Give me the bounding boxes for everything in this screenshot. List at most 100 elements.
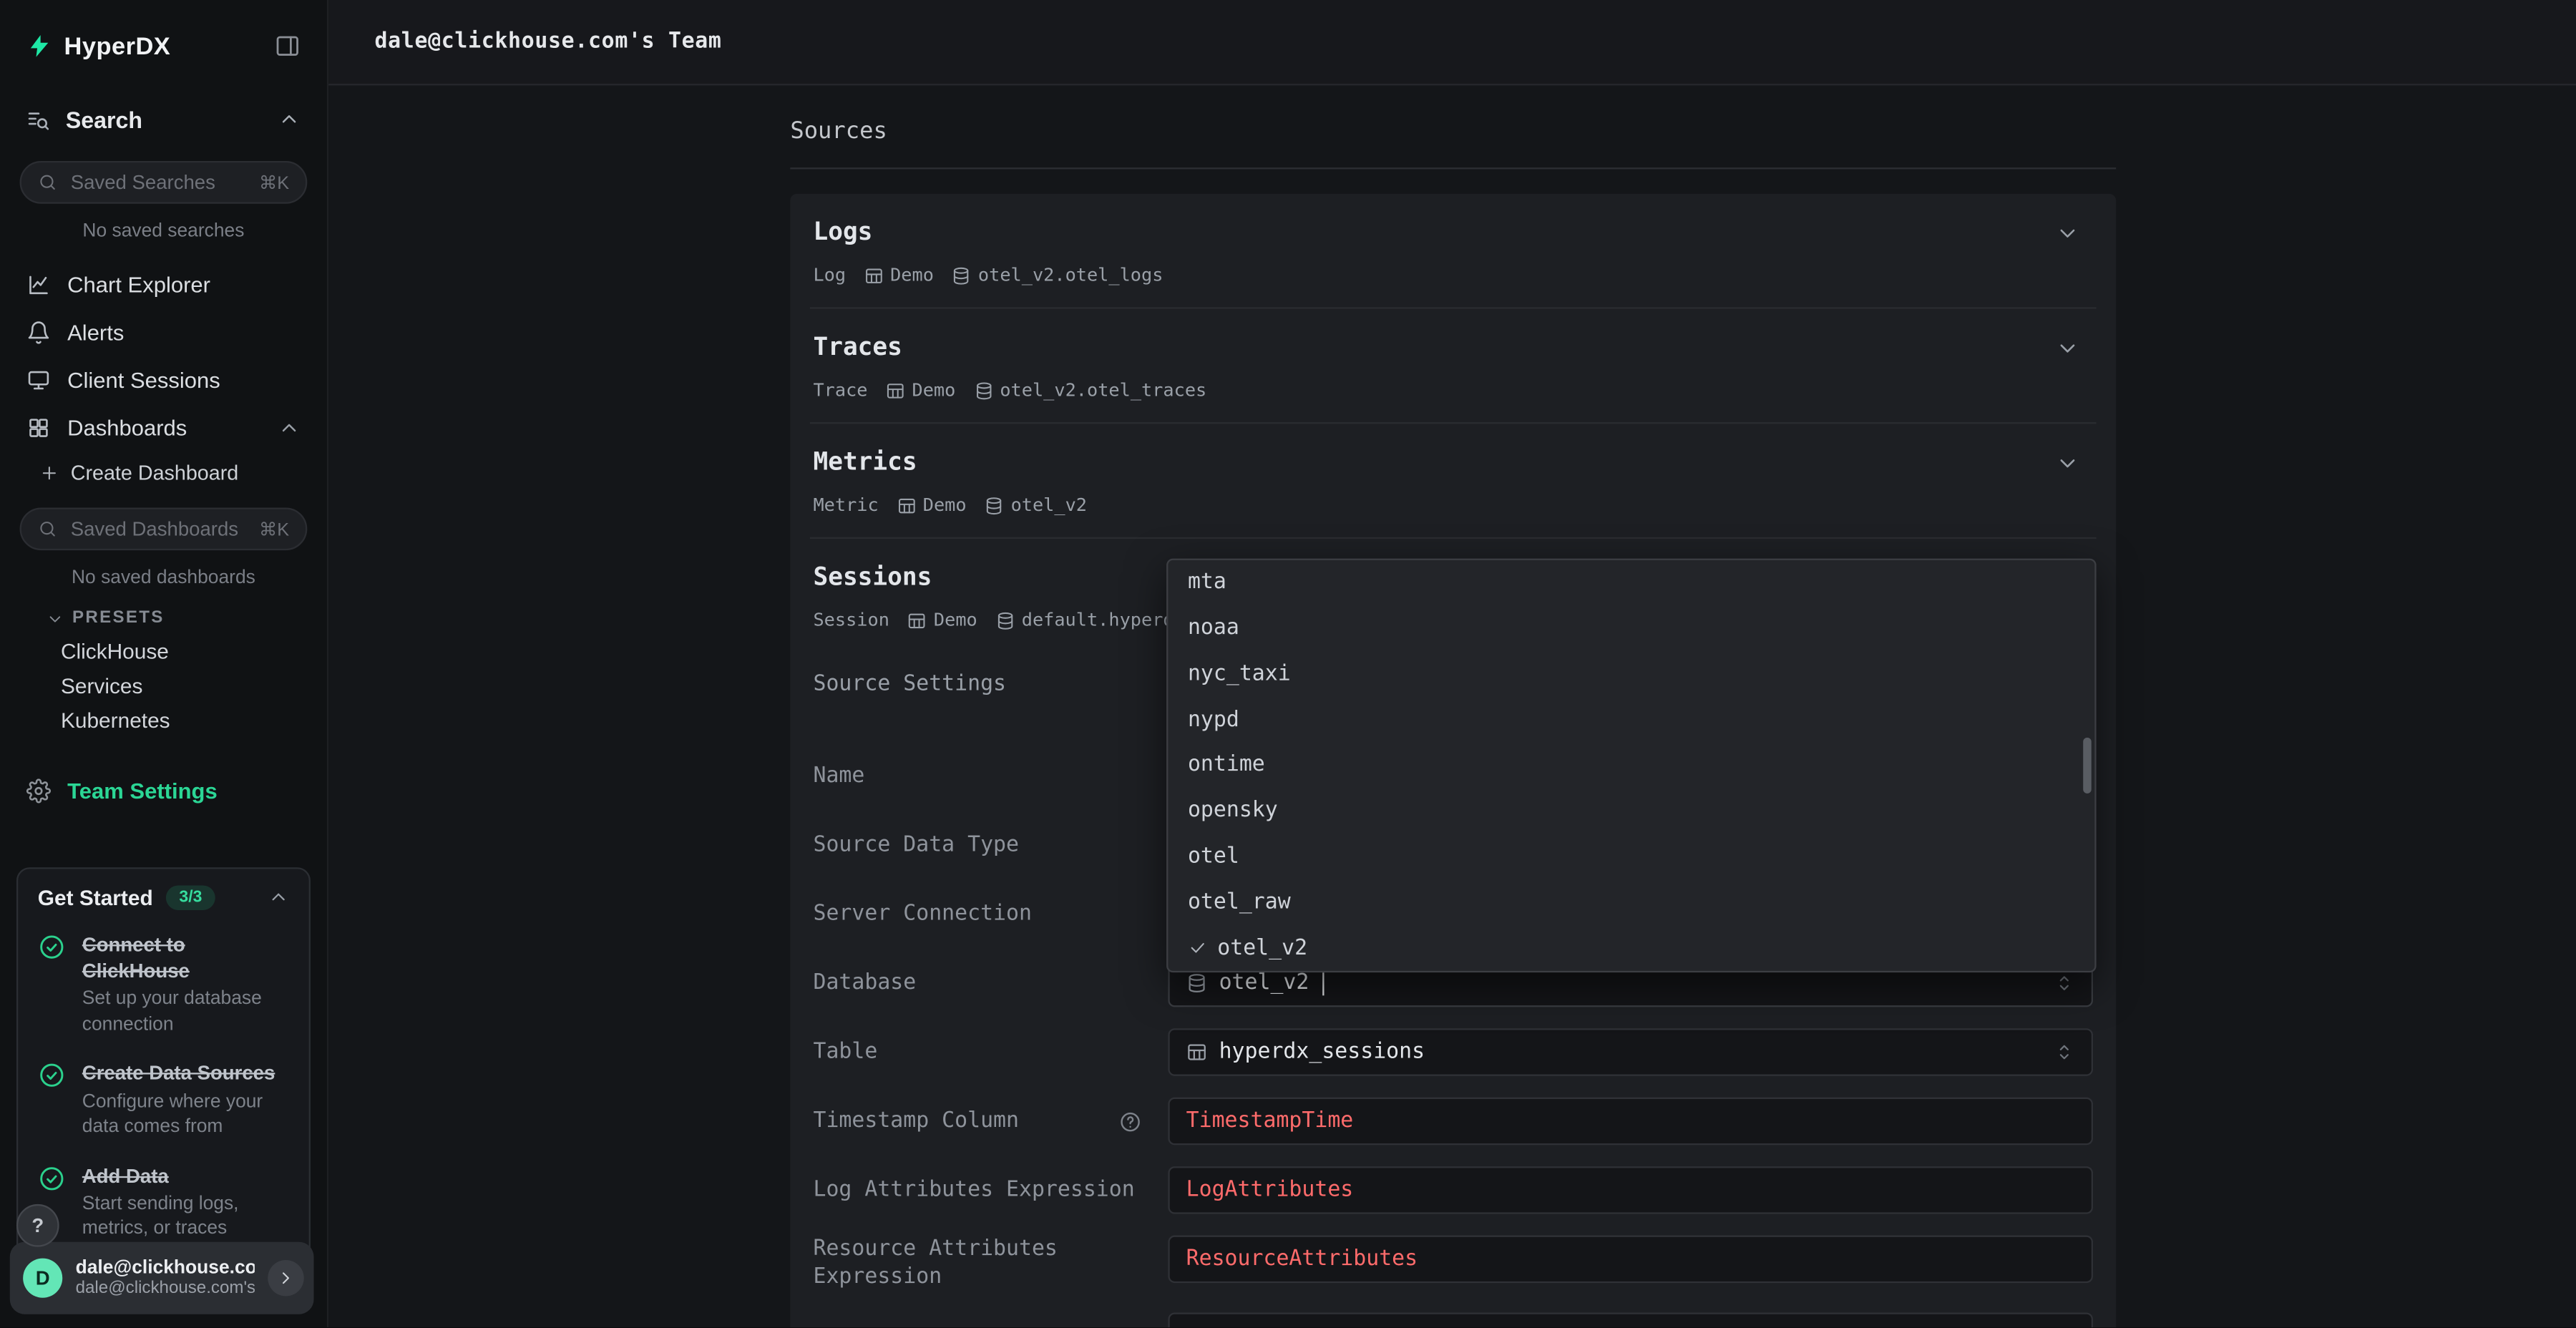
source-meta: Log Demo otel_v2.otel_logs	[813, 263, 2093, 287]
server-connection-label: Server Connection	[813, 890, 1168, 938]
chevron-up-icon[interactable]	[278, 416, 301, 439]
sidebar-item-team-settings[interactable]: Team Settings	[0, 767, 327, 813]
search-section-header[interactable]: Search	[0, 92, 327, 148]
combobox-chevrons-icon[interactable]	[2054, 972, 2075, 994]
dropdown-option-selected[interactable]: otel_v2	[1168, 925, 2094, 971]
table-icon	[864, 265, 884, 285]
table-icon	[897, 495, 917, 515]
preset-item-clickhouse[interactable]: ClickHouse	[0, 634, 327, 668]
dropdown-option[interactable]: otel_raw	[1168, 879, 2094, 925]
create-dashboard-label: Create Dashboard	[71, 462, 239, 484]
saved-searches-field[interactable]	[67, 169, 249, 195]
text-cursor	[1322, 972, 1324, 995]
sidebar-item-label: Client Sessions	[67, 368, 301, 392]
source-meta: Trace Demo otel_v2.otel_traces	[813, 378, 2093, 402]
source-table: otel_v2.otel_logs	[978, 263, 1163, 287]
source-name: Metrics	[813, 445, 2093, 478]
chevron-up-icon[interactable]	[268, 887, 289, 909]
get-started-item[interactable]: Create Data Sources Configure where your…	[38, 1060, 289, 1141]
get-started-header[interactable]: Get Started 3/3	[38, 886, 289, 910]
preset-item-services[interactable]: Services	[0, 668, 327, 703]
user-team: dale@clickhouse.com's	[76, 1278, 255, 1298]
table-combobox[interactable]: hyperdx_sessions	[1168, 1028, 2093, 1076]
chevron-down-icon[interactable]	[2055, 220, 2079, 245]
chart-explorer-icon	[26, 273, 51, 297]
divider	[790, 167, 2116, 169]
brand[interactable]: HyperDX	[26, 32, 171, 60]
table-label: Table	[813, 1028, 1168, 1076]
chevron-right-icon[interactable]	[268, 1260, 304, 1297]
source-meta: Metric Demo otel_v2	[813, 493, 2093, 517]
source-connection: Demo	[890, 263, 934, 287]
get-started-item-desc: Set up your database connection	[82, 988, 289, 1039]
collapse-sidebar-icon[interactable]	[274, 33, 301, 59]
dropdown-option[interactable]: nypd	[1168, 697, 2094, 743]
preset-item-kubernetes[interactable]: Kubernetes	[0, 703, 327, 738]
check-circle-icon	[38, 933, 66, 961]
chevron-down-icon[interactable]	[2055, 450, 2079, 474]
help-button[interactable]: ?	[16, 1204, 59, 1247]
dropdown-option[interactable]: opensky	[1168, 788, 2094, 834]
presets-toggle[interactable]: PRESETS	[0, 588, 327, 634]
search-section-label: Search	[66, 107, 263, 133]
table-icon	[907, 610, 927, 630]
dropdown-scrollbar[interactable]	[2083, 738, 2091, 794]
shortcut-hint: ⌘K	[259, 518, 289, 540]
get-started-card: Get Started 3/3 Connect to ClickHouse Se…	[16, 867, 311, 1261]
saved-dashboards-input[interactable]: ⌘K	[20, 507, 308, 550]
database-icon	[974, 381, 994, 401]
sidebar: HyperDX Search ⌘K No saved searches Char…	[0, 0, 328, 1327]
get-started-item-desc: Configure where your data comes from	[82, 1090, 289, 1141]
no-saved-dashboards-note: No saved dashboards	[0, 568, 327, 588]
dropdown-option[interactable]: ontime	[1168, 743, 2094, 788]
sidebar-item-client-sessions[interactable]: Client Sessions	[0, 356, 327, 404]
sidebar-item-label: Dashboards	[67, 416, 261, 440]
page-title: dale@clickhouse.com's Team	[374, 29, 721, 54]
avatar: D	[23, 1259, 62, 1298]
source-data-type-label: Source Data Type	[813, 821, 1168, 869]
dropdown-option[interactable]: mta	[1168, 560, 2094, 606]
next-field-input[interactable]	[1168, 1312, 2093, 1327]
saved-dashboards-field[interactable]	[67, 516, 249, 542]
empty-label	[813, 1312, 1168, 1327]
source-section-logs[interactable]: Logs Log Demo otel_v2.otel_logs	[790, 194, 2116, 307]
help-circle-icon[interactable]	[1119, 1110, 1142, 1133]
get-started-item[interactable]: Connect to ClickHouse Set up your databa…	[38, 932, 289, 1039]
get-started-item-title: Connect to ClickHouse	[82, 932, 289, 985]
timestamp-column-value: TimestampTime	[1186, 1109, 1354, 1133]
get-started-item[interactable]: Add Data Start sending logs, metrics, or…	[38, 1163, 289, 1244]
timestamp-column-input[interactable]: TimestampTime	[1168, 1098, 2093, 1146]
check-circle-icon	[38, 1164, 66, 1192]
form-row-log-attributes: Log Attributes Expression LogAttributes	[813, 1166, 2093, 1214]
dropdown-option[interactable]: noaa	[1168, 606, 2094, 652]
log-attributes-label: Log Attributes Expression	[813, 1166, 1168, 1214]
table-icon	[1186, 1042, 1208, 1063]
sidebar-item-dashboards[interactable]: Dashboards	[0, 404, 327, 452]
log-attributes-input[interactable]: LogAttributes	[1168, 1166, 2093, 1214]
chevron-down-icon	[46, 609, 64, 627]
get-started-item-title: Add Data	[82, 1163, 289, 1189]
get-started-item-desc: Start sending logs, metrics, or traces	[82, 1192, 289, 1243]
team-settings-label: Team Settings	[67, 778, 218, 802]
user-menu[interactable]: D dale@clickhouse.com dale@clickhouse.co…	[10, 1242, 314, 1314]
sidebar-item-chart-explorer[interactable]: Chart Explorer	[0, 261, 327, 309]
timestamp-column-label: Timestamp Column	[813, 1098, 1168, 1146]
source-type: Session	[813, 607, 889, 632]
plus-icon	[39, 463, 59, 483]
gear-icon	[26, 778, 51, 802]
chevron-down-icon[interactable]	[2055, 335, 2079, 359]
name-label: Name	[813, 753, 1168, 801]
resource-attributes-input[interactable]: ResourceAttributes	[1168, 1236, 2093, 1284]
create-dashboard-button[interactable]: Create Dashboard	[0, 451, 327, 494]
combobox-chevrons-icon[interactable]	[2054, 1042, 2075, 1063]
source-section-traces[interactable]: Traces Trace Demo otel_v2.otel_traces	[790, 309, 2116, 422]
chevron-up-icon[interactable]	[278, 109, 301, 132]
source-section-metrics[interactable]: Metrics Metric Demo otel_v2	[790, 424, 2116, 537]
resource-attributes-label: Resource Attributes Expression	[813, 1236, 1168, 1292]
saved-searches-input[interactable]: ⌘K	[20, 161, 308, 204]
source-table: otel_v2	[1011, 493, 1087, 517]
sidebar-item-alerts[interactable]: Alerts	[0, 309, 327, 357]
dropdown-option[interactable]: otel	[1168, 834, 2094, 879]
database-label: Database	[813, 960, 1168, 1007]
dropdown-option[interactable]: nyc_taxi	[1168, 651, 2094, 697]
